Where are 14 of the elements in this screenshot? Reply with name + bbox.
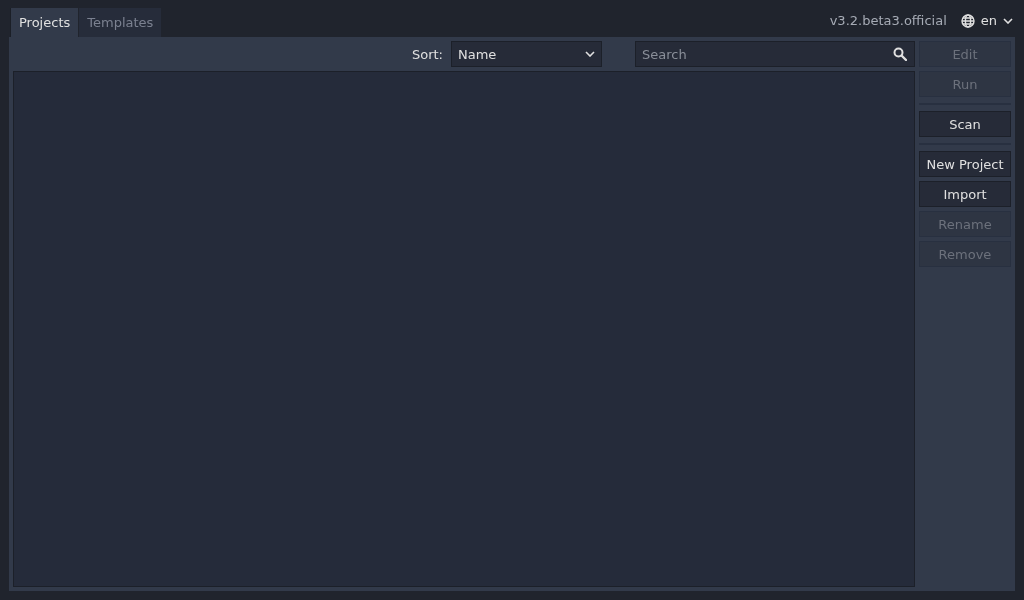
sort-label: Sort: — [411, 46, 443, 62]
chevron-down-icon — [1003, 17, 1013, 24]
chevron-down-icon — [585, 51, 595, 57]
version-label: v3.2.beta3.official — [829, 13, 947, 28]
tab[interactable]: Projects — [10, 8, 79, 37]
search-field[interactable]: Search — [635, 41, 915, 67]
sort-dropdown[interactable]: Name — [451, 41, 602, 67]
globe-icon — [960, 13, 975, 28]
tab[interactable]: Templates — [79, 8, 162, 37]
action-button[interactable]: Import — [919, 181, 1011, 207]
search-icon — [893, 47, 907, 61]
action-button[interactable]: New Project — [919, 151, 1011, 177]
action-button[interactable]: Scan — [919, 111, 1011, 137]
language-dropdown[interactable]: en — [960, 13, 1013, 28]
